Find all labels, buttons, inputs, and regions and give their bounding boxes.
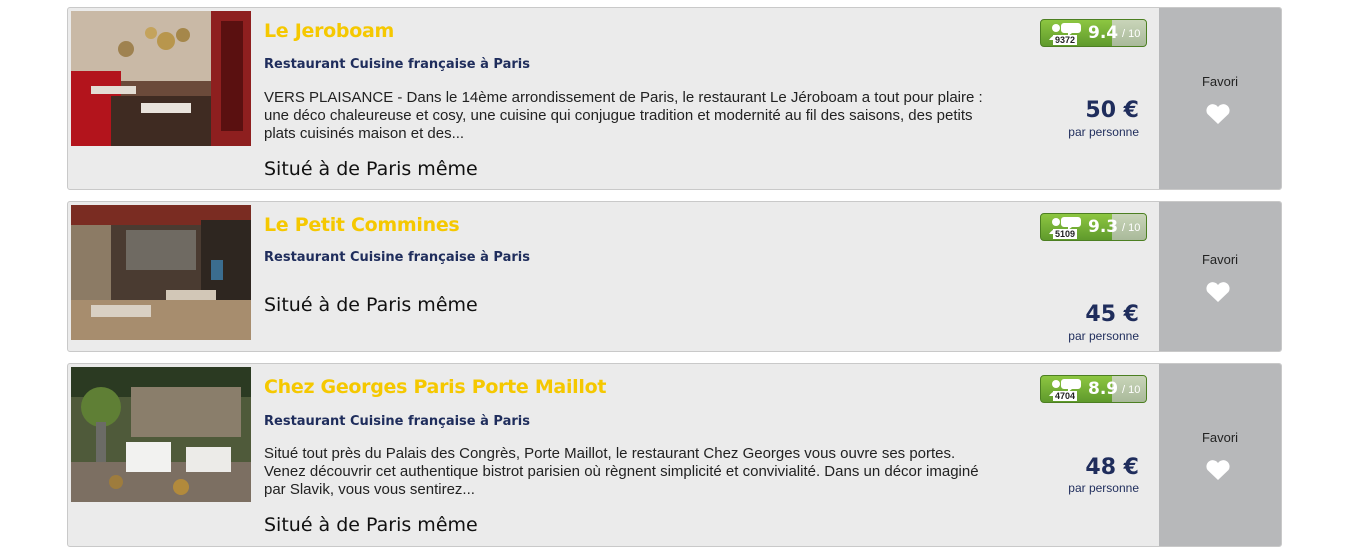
restaurant-photo[interactable] (71, 367, 251, 502)
restaurant-description: Situé tout près du Palais des Congrès, P… (264, 445, 979, 498)
rating-score: 9.4 (1088, 23, 1119, 43)
restaurant-photo-image (71, 11, 251, 146)
restaurant-photo[interactable] (71, 11, 251, 146)
restaurant-photo-image (71, 367, 251, 502)
restaurant-card[interactable]: Le Jeroboam Restaurant Cuisine française… (67, 7, 1282, 190)
rating-badge[interactable]: 9372 9.4 / 10 (1040, 19, 1147, 47)
restaurant-location: Situé à de Paris même (264, 158, 478, 180)
rating-scale: / 10 (1122, 384, 1141, 396)
restaurant-category: Restaurant Cuisine française à Paris (264, 414, 530, 429)
favorite-label: Favori (1201, 74, 1239, 89)
restaurant-category: Restaurant Cuisine française à Paris (264, 57, 530, 72)
rating-scale: / 10 (1122, 28, 1141, 40)
restaurant-name[interactable]: Le Petit Commines (264, 214, 460, 236)
rating-badge[interactable]: 4704 8.9 / 10 (1040, 375, 1147, 403)
rating-score: 9.3 (1088, 217, 1119, 237)
reviews-count: 9372 (1053, 35, 1078, 45)
price: 48 € (1085, 455, 1139, 480)
price-unit: par personne (1068, 329, 1139, 343)
reviews-count: 5109 (1053, 229, 1078, 239)
restaurant-description: VERS PLAISANCE - Dans le 14ème arrondiss… (264, 89, 983, 142)
favorite-button[interactable]: Favori (1159, 8, 1281, 189)
restaurant-card[interactable]: Le Petit Commines Restaurant Cuisine fra… (67, 201, 1282, 352)
restaurant-photo[interactable] (71, 205, 251, 340)
favorite-label: Favori (1201, 430, 1239, 445)
restaurant-card[interactable]: Chez Georges Paris Porte Maillot Restaur… (67, 363, 1282, 547)
heart-icon[interactable] (1205, 103, 1231, 125)
restaurant-name[interactable]: Le Jeroboam (264, 20, 394, 42)
heart-icon[interactable] (1205, 281, 1231, 303)
price: 50 € (1085, 98, 1139, 123)
rating-badge[interactable]: 5109 9.3 / 10 (1040, 213, 1147, 241)
favorite-label: Favori (1201, 252, 1239, 267)
price-unit: par personne (1068, 481, 1139, 495)
heart-icon[interactable] (1205, 459, 1231, 481)
restaurant-photo-image (71, 205, 251, 340)
rating-scale: / 10 (1122, 222, 1141, 234)
rating-score: 8.9 (1088, 379, 1119, 399)
favorite-button[interactable]: Favori (1159, 202, 1281, 351)
favorite-button[interactable]: Favori (1159, 364, 1281, 546)
restaurant-location: Situé à de Paris même (264, 514, 478, 536)
price: 45 € (1085, 302, 1139, 327)
reviews-count: 4704 (1053, 391, 1078, 401)
price-unit: par personne (1068, 125, 1139, 139)
restaurant-location: Situé à de Paris même (264, 294, 478, 316)
restaurant-category: Restaurant Cuisine française à Paris (264, 250, 530, 265)
restaurant-name[interactable]: Chez Georges Paris Porte Maillot (264, 376, 606, 398)
